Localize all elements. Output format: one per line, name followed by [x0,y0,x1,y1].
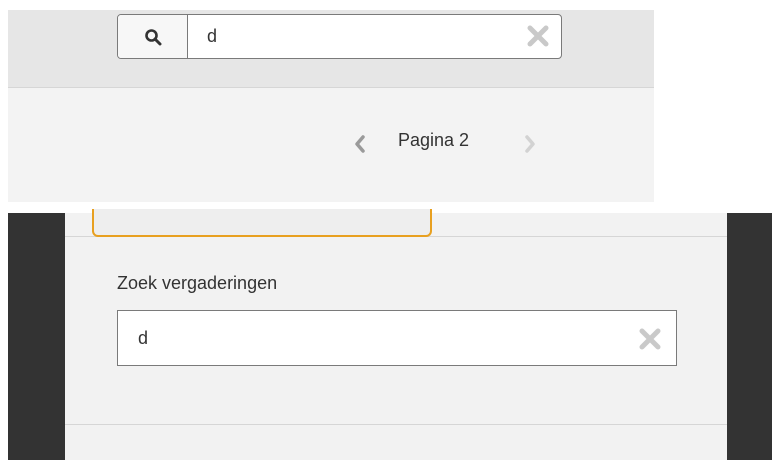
page-indicator: Pagina 2 [398,130,470,150]
divider [65,424,727,425]
chevron-right-icon[interactable] [518,132,542,156]
search-button[interactable] [118,15,188,58]
filter-panel: Zoek vergaderingen d [65,209,727,460]
active-tab[interactable] [92,209,432,237]
bottom-panel: Zoek vergaderingen d [8,209,772,460]
field-label: Zoek vergaderingen [117,273,278,293]
meetings-search-input[interactable]: d [117,310,677,366]
tab-strip [65,209,727,237]
pagination: Pagina 2 [8,88,654,202]
search-bar: d [8,10,654,88]
clear-icon[interactable] [638,327,662,351]
search-icon [144,28,161,45]
search-input[interactable]: d [207,15,217,58]
meetings-search-value: d [138,328,149,348]
search-field-group: d [117,14,562,59]
chevron-left-icon[interactable] [348,132,372,156]
top-panel: d Pagina 2 [8,10,654,202]
clear-icon[interactable] [527,25,549,47]
